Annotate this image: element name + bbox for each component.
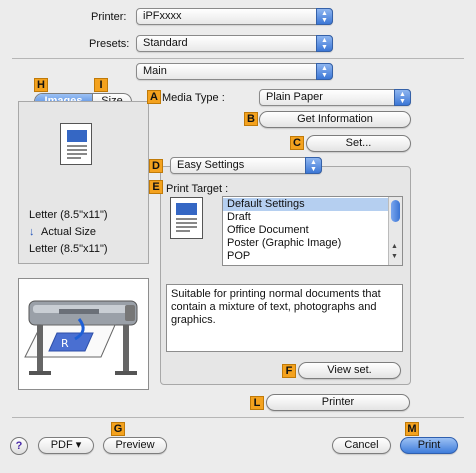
printer-label: Printer:	[91, 11, 127, 23]
cancel-label: Cancel	[344, 439, 379, 451]
view-set-button[interactable]: View set.	[298, 362, 401, 379]
popup-arrows-icon: ▲ ▼	[316, 35, 333, 52]
help-glyph: ?	[15, 440, 23, 452]
view-set-label: View set.	[327, 364, 372, 376]
print-button[interactable]: Print	[400, 437, 458, 454]
target-description: Suitable for printing normal documents t…	[166, 284, 403, 352]
badge-c: C	[290, 136, 304, 150]
target-description-text: Suitable for printing normal documents t…	[171, 288, 381, 326]
thumbnail-line	[67, 149, 87, 151]
list-item[interactable]: Draft	[223, 211, 388, 224]
pane-popup[interactable]: Main ▲ ▼	[136, 63, 333, 80]
thumbnail-image-icon	[176, 203, 197, 215]
list-scrollbar[interactable]: ▲ ▼	[388, 197, 402, 265]
paper-thumbnail	[60, 123, 92, 165]
thumbnail-line	[176, 222, 197, 224]
pdf-label: PDF ▾	[50, 439, 82, 451]
set-button[interactable]: Set...	[306, 135, 411, 152]
media-type-label: Media Type :	[162, 92, 225, 104]
presets-label: Presets:	[89, 38, 130, 50]
print-target-list: Default Settings Draft Office Document P…	[222, 196, 403, 266]
thumbnail-line	[176, 226, 197, 228]
popup-arrows-icon: ▲ ▼	[305, 157, 322, 174]
thumbnail-line	[67, 145, 87, 147]
divider	[12, 417, 464, 418]
badge-a: A	[147, 90, 161, 104]
help-icon[interactable]: ?	[10, 437, 28, 455]
popup-arrows-icon: ▲ ▼	[394, 89, 411, 106]
media-type-value: Plain Paper	[266, 91, 323, 103]
preview-label: Preview	[115, 439, 155, 451]
badge-f: F	[282, 364, 296, 378]
popup-arrows-icon: ▲ ▼	[316, 63, 333, 80]
printer-button[interactable]: Printer	[266, 394, 410, 411]
large-format-printer-icon: R	[24, 300, 138, 375]
printer-popup[interactable]: iPFxxxx ▲ ▼	[136, 8, 333, 25]
media-type-popup[interactable]: Plain Paper ▲ ▼	[259, 89, 411, 106]
get-information-label: Get Information	[297, 113, 373, 125]
badge-m: M	[405, 422, 419, 436]
badge-i: I	[94, 78, 108, 92]
actual-size-text: Actual Size	[41, 226, 97, 238]
paper-preview-panel: Letter (8.5"x11") ↓ Actual Size Letter (…	[18, 101, 149, 264]
target-thumbnail	[170, 197, 203, 239]
badge-g: G	[111, 422, 125, 436]
list-item[interactable]: Poster (Graphic Image)	[223, 237, 388, 250]
thumbnail-line	[176, 218, 197, 220]
svg-text:R: R	[61, 337, 69, 350]
divider	[12, 58, 464, 59]
thumbnail-line	[176, 230, 190, 232]
badge-d: D	[149, 159, 163, 173]
output-size-text: Letter (8.5"x11")	[29, 243, 108, 255]
pdf-button[interactable]: PDF ▾	[38, 437, 94, 454]
set-label: Set...	[345, 137, 372, 149]
presets-popup[interactable]: Standard ▲ ▼	[136, 35, 333, 52]
popup-arrows-icon: ▲ ▼	[316, 8, 333, 25]
down-arrow-icon: ↓	[29, 226, 35, 238]
thumbnail-line	[67, 153, 87, 155]
thumbnail-line	[67, 157, 81, 159]
cancel-button[interactable]: Cancel	[332, 437, 391, 454]
print-label: Print	[417, 439, 441, 451]
badge-e: E	[149, 180, 163, 194]
badge-h: H	[34, 78, 48, 92]
scroll-down-icon[interactable]: ▼	[391, 253, 398, 260]
settings-mode-popup[interactable]: Easy Settings ▲ ▼	[170, 157, 322, 174]
printer-button-label: Printer	[321, 396, 355, 408]
scroll-thumb[interactable]	[391, 200, 400, 222]
badge-l: L	[250, 396, 264, 410]
source-size-text: Letter (8.5"x11")	[29, 209, 108, 221]
get-information-button[interactable]: Get Information	[259, 111, 411, 128]
printer-value: iPFxxxx	[143, 10, 182, 22]
list-item[interactable]: Office Document	[223, 224, 388, 237]
settings-mode-value: Easy Settings	[177, 159, 245, 171]
presets-value: Standard	[143, 37, 188, 49]
printer-illustration-panel: R	[18, 278, 149, 390]
thumbnail-image-icon	[67, 130, 87, 142]
scroll-up-icon[interactable]: ▲	[391, 243, 398, 250]
badge-b: B	[244, 112, 258, 126]
list-item[interactable]: Default Settings	[223, 198, 388, 211]
list-item[interactable]: POP	[223, 250, 388, 263]
print-target-label: Print Target :	[166, 183, 229, 195]
preview-button[interactable]: Preview	[103, 437, 167, 454]
pane-value: Main	[143, 65, 167, 77]
